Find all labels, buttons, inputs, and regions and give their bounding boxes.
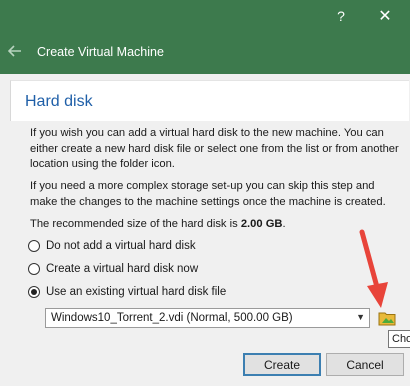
red-arrow-icon <box>359 229 388 308</box>
